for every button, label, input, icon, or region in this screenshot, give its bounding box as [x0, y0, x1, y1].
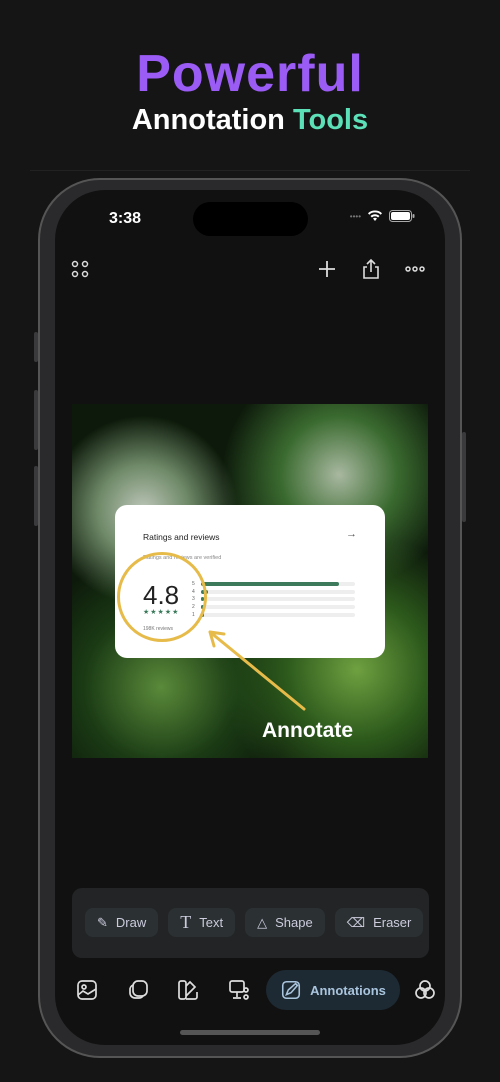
share-icon[interactable] — [361, 258, 381, 280]
palette-icon[interactable] — [176, 978, 200, 1002]
shape-icon: △ — [257, 914, 268, 930]
blend-icon[interactable] — [413, 978, 437, 1002]
layers-icon[interactable] — [126, 978, 150, 1002]
image-icon[interactable] — [75, 978, 99, 1002]
screen: 3:38 •••• Ratings and reviews → Ratings … — [55, 190, 445, 1045]
volume-down-button — [34, 466, 38, 526]
tool-label: Shape — [275, 915, 313, 930]
volume-up-button — [34, 390, 38, 450]
battery-icon — [389, 210, 415, 222]
tool-shape[interactable]: △ Shape — [245, 908, 325, 937]
draw-icon: ✎ — [97, 914, 108, 930]
annotation-tools-panel: ✎ Draw T Text △ Shape ⌫ Eraser — [72, 888, 429, 958]
headline-subtitle: Annotation Tools — [0, 104, 500, 137]
wifi-icon — [368, 210, 382, 221]
mute-button — [34, 332, 38, 362]
tool-draw[interactable]: ✎ Draw — [85, 908, 159, 937]
canvas-image[interactable]: Ratings and reviews → Ratings and review… — [72, 404, 428, 758]
signal-icon: •••• — [349, 211, 361, 221]
subtitle-a: Annotation — [131, 104, 285, 136]
eraser-icon: ⌫ — [346, 914, 366, 930]
divider — [30, 170, 470, 171]
tool-label: Text — [199, 915, 224, 930]
status-time: 3:38 — [109, 210, 142, 227]
status-icons: •••• — [350, 210, 415, 222]
nav-annotations[interactable]: Annotations — [266, 970, 400, 1010]
tool-text[interactable]: T Text — [168, 908, 236, 937]
headline-title: Powerful — [136, 45, 364, 103]
tool-eraser[interactable]: ⌫ Eraser — [334, 908, 424, 937]
power-button — [462, 432, 466, 522]
text-icon: T — [180, 912, 192, 932]
tool-label: Draw — [115, 915, 147, 930]
ellipsis-icon[interactable] — [405, 266, 425, 272]
plus-icon[interactable] — [318, 260, 336, 278]
annotations-icon — [282, 980, 301, 1000]
tool-label: Eraser — [373, 915, 412, 930]
device-settings-icon[interactable] — [227, 978, 251, 1002]
subtitle-b: Tools — [292, 104, 369, 136]
nav-annotations-label: Annotations — [310, 982, 386, 998]
bottom-nav: Annotations — [55, 970, 445, 1010]
annotation-text[interactable]: Annotate — [262, 719, 353, 743]
grid-dots-icon[interactable] — [71, 260, 89, 278]
home-indicator — [180, 1030, 320, 1035]
dynamic-island — [193, 202, 308, 236]
annotation-arrow[interactable] — [72, 404, 428, 758]
